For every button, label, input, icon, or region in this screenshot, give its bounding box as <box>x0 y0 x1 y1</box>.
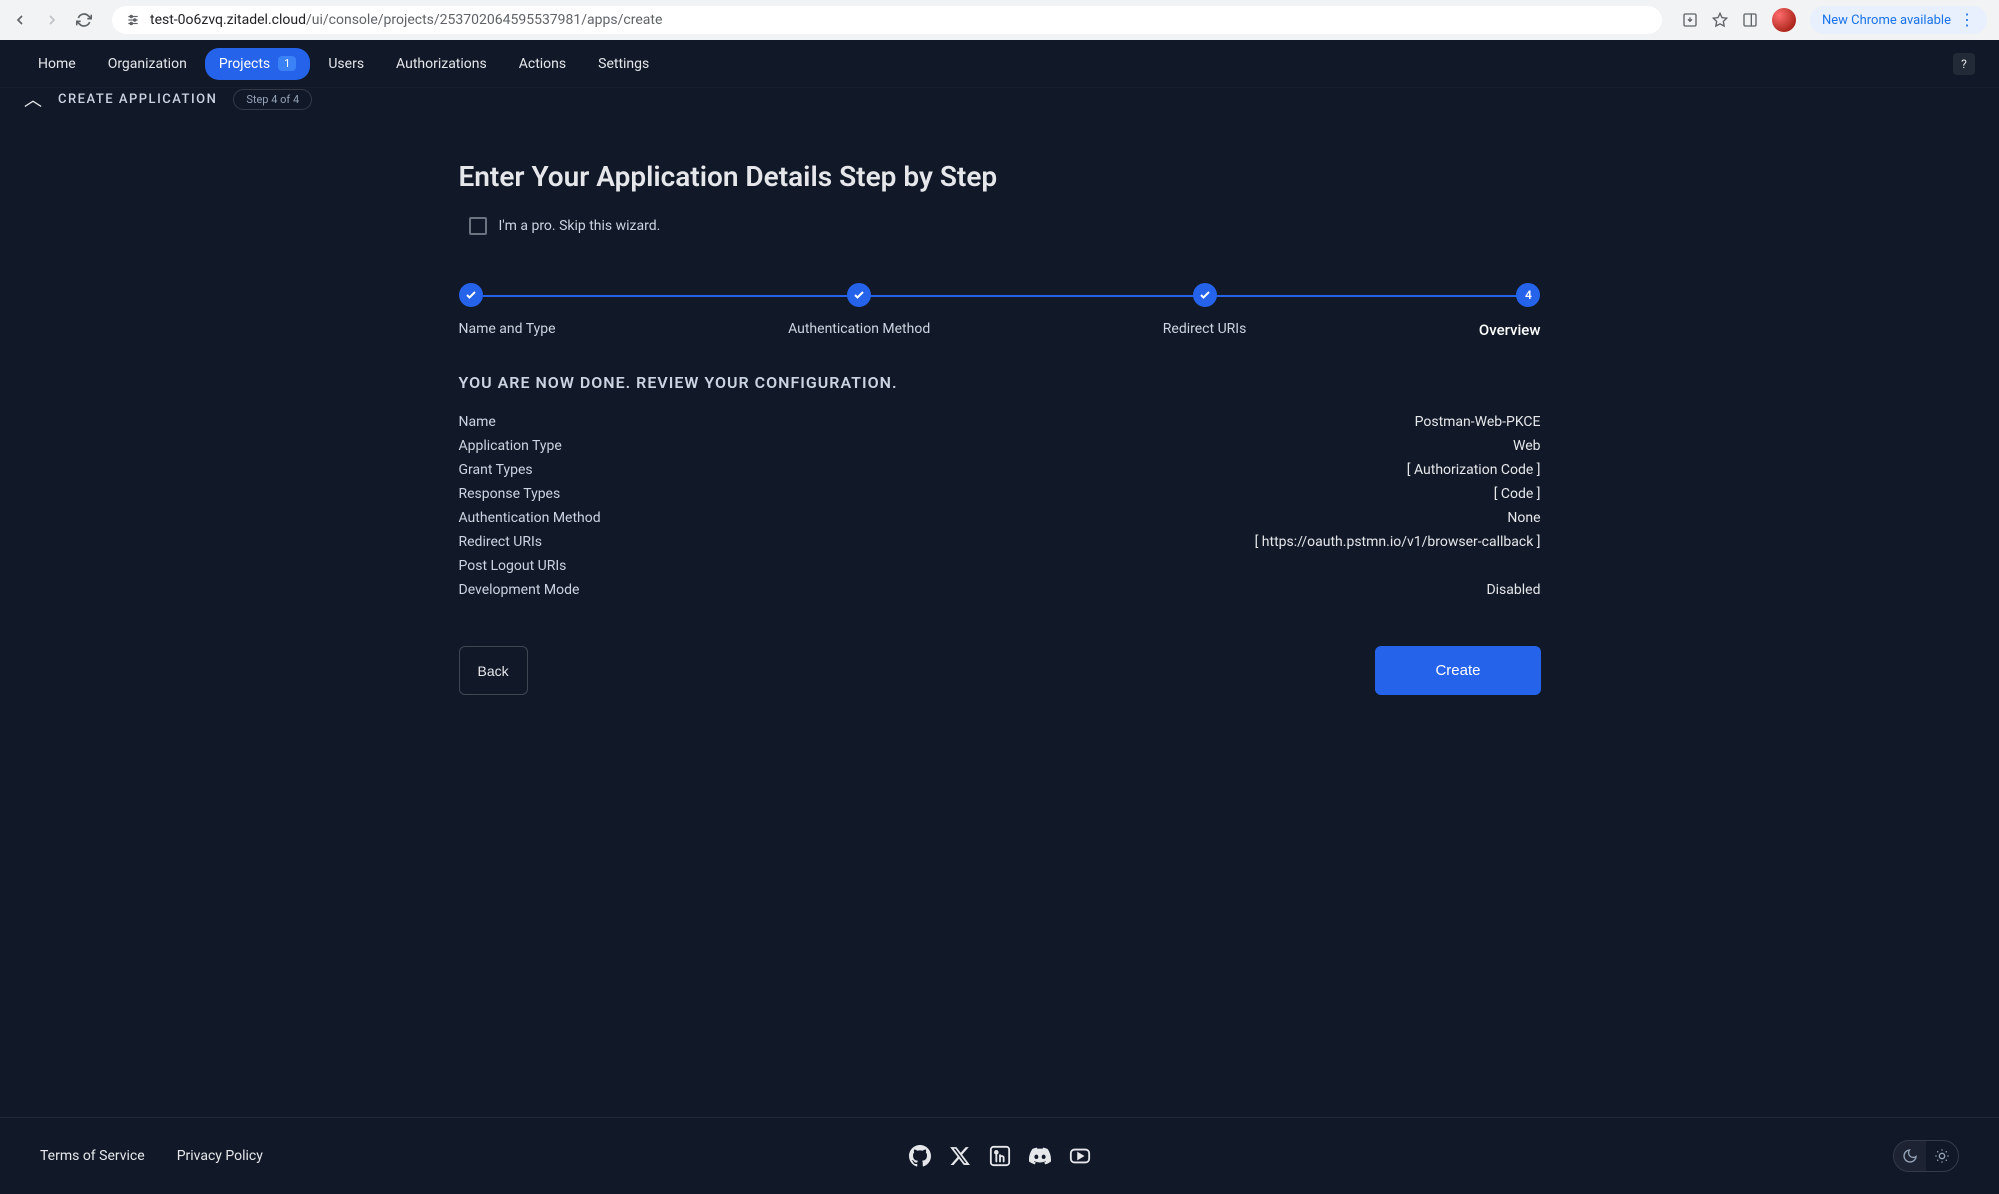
review-val: [ Code ] <box>1494 486 1541 502</box>
social-links <box>909 1145 1091 1167</box>
nav-settings[interactable]: Settings <box>584 48 663 80</box>
nav-organization[interactable]: Organization <box>94 48 201 80</box>
review-val: Disabled <box>1486 582 1540 598</box>
nav-users[interactable]: Users <box>314 48 378 80</box>
top-nav: Home Organization Projects 1 Users Autho… <box>0 40 1999 88</box>
top-nav-left: Home Organization Projects 1 Users Autho… <box>24 48 663 80</box>
review-heading: YOU ARE NOW DONE. REVIEW YOUR CONFIGURAT… <box>459 373 1541 392</box>
review-key: Post Logout URIs <box>459 558 567 574</box>
x-icon[interactable] <box>949 1145 971 1167</box>
profile-avatar[interactable] <box>1772 8 1796 32</box>
review-row-devmode: Development Mode Disabled <box>459 578 1541 602</box>
step-2[interactable]: Authentication Method <box>788 283 930 339</box>
theme-toggle <box>1893 1140 1959 1172</box>
sun-icon <box>1934 1148 1950 1164</box>
moon-icon <box>1902 1148 1918 1164</box>
help-button[interactable]: ? <box>1953 53 1975 75</box>
step-pill: Step 4 of 4 <box>233 89 312 110</box>
nav-projects-badge: 1 <box>278 56 296 71</box>
review-row-name: Name Postman-Web-PKCE <box>459 410 1541 434</box>
install-app-icon[interactable] <box>1682 12 1698 28</box>
back-icon[interactable] <box>12 12 28 28</box>
url-text: test-0o6zvq.zitadel.cloud/ui/console/pro… <box>150 12 1648 28</box>
tos-link[interactable]: Terms of Service <box>40 1148 145 1164</box>
review-row-redirecturis: Redirect URIs [ https://oauth.pstmn.io/v1… <box>459 530 1541 554</box>
review-val: [ https://oauth.pstmn.io/v1/browser-call… <box>1255 534 1541 550</box>
review-key: Grant Types <box>459 462 533 478</box>
theme-dark-button[interactable] <box>1894 1141 1926 1171</box>
url-bar[interactable]: test-0o6zvq.zitadel.cloud/ui/console/pro… <box>112 6 1662 34</box>
step-2-circle <box>847 283 871 307</box>
devtools-icon[interactable] <box>1742 12 1758 28</box>
step-3[interactable]: Redirect URIs <box>1163 283 1247 339</box>
review-row-apptype: Application Type Web <box>459 434 1541 458</box>
step-2-label: Authentication Method <box>788 321 930 337</box>
github-icon[interactable] <box>909 1145 931 1167</box>
nav-home[interactable]: Home <box>24 48 90 80</box>
chevron-up-icon[interactable]: ︿ <box>24 86 42 112</box>
review-key: Response Types <box>459 486 561 502</box>
review-row-granttypes: Grant Types [ Authorization Code ] <box>459 458 1541 482</box>
theme-light-button[interactable] <box>1926 1141 1958 1171</box>
step-3-circle <box>1193 283 1217 307</box>
star-icon[interactable] <box>1712 12 1728 28</box>
footer-left: Terms of Service Privacy Policy <box>40 1148 263 1164</box>
step-4-label: Overview <box>1479 321 1541 339</box>
step-4[interactable]: 4 Overview <box>1479 283 1541 339</box>
menu-dots-icon: ⋮ <box>1959 12 1975 28</box>
crumb-title: CREATE APPLICATION <box>58 92 217 107</box>
review-row-postlogouturis: Post Logout URIs <box>459 554 1541 578</box>
linkedin-icon[interactable] <box>989 1145 1011 1167</box>
chrome-update-button[interactable]: New Chrome available ⋮ <box>1810 6 1987 34</box>
chrome-right: New Chrome available ⋮ <box>1682 6 1987 34</box>
back-button[interactable]: Back <box>459 646 528 695</box>
forward-icon[interactable] <box>44 12 60 28</box>
step-4-circle: 4 <box>1516 283 1540 307</box>
step-1-circle <box>459 283 483 307</box>
container: Enter Your Application Details Step by S… <box>435 160 1565 695</box>
review-row-responsetypes: Response Types [ Code ] <box>459 482 1541 506</box>
site-settings-icon[interactable] <box>126 13 140 27</box>
review-val: Web <box>1513 438 1541 454</box>
review-val: None <box>1507 510 1540 526</box>
review-table: Name Postman-Web-PKCE Application Type Web… <box>459 410 1541 602</box>
check-icon <box>853 289 865 301</box>
review-key: Redirect URIs <box>459 534 543 550</box>
privacy-link[interactable]: Privacy Policy <box>177 1148 263 1164</box>
stepper: Name and Type Authentication Method Redi… <box>459 283 1541 339</box>
create-button[interactable]: Create <box>1375 646 1540 695</box>
review-val: [ Authorization Code ] <box>1407 462 1541 478</box>
review-key: Authentication Method <box>459 510 601 526</box>
nav-projects[interactable]: Projects 1 <box>205 48 311 80</box>
skip-wizard-row: I'm a pro. Skip this wizard. <box>469 217 1541 235</box>
wizard-actions: Back Create <box>459 646 1541 695</box>
step-1-label: Name and Type <box>459 321 556 337</box>
discord-icon[interactable] <box>1029 1145 1051 1167</box>
content: Enter Your Application Details Step by S… <box>0 120 1999 1117</box>
review-key: Name <box>459 414 496 430</box>
page-title: Enter Your Application Details Step by S… <box>459 160 1541 193</box>
review-key: Application Type <box>459 438 562 454</box>
app-root: Home Organization Projects 1 Users Autho… <box>0 40 1999 1194</box>
skip-wizard-label[interactable]: I'm a pro. Skip this wizard. <box>499 218 661 234</box>
steps: Name and Type Authentication Method Redi… <box>459 283 1541 339</box>
update-label: New Chrome available <box>1822 13 1951 28</box>
nav-projects-label: Projects <box>219 56 270 72</box>
youtube-icon[interactable] <box>1069 1145 1091 1167</box>
step-3-label: Redirect URIs <box>1163 321 1247 337</box>
step-1[interactable]: Name and Type <box>459 283 556 339</box>
review-key: Development Mode <box>459 582 580 598</box>
skip-wizard-checkbox[interactable] <box>469 217 487 235</box>
review-row-authmethod: Authentication Method None <box>459 506 1541 530</box>
nav-authorizations[interactable]: Authorizations <box>382 48 501 80</box>
nav-arrows <box>12 12 92 28</box>
footer: Terms of Service Privacy Policy <box>0 1117 1999 1194</box>
check-icon <box>465 289 477 301</box>
check-icon <box>1199 289 1211 301</box>
review-val: Postman-Web-PKCE <box>1415 414 1541 430</box>
crumb-bar: ︿ CREATE APPLICATION Step 4 of 4 <box>0 86 1999 120</box>
reload-icon[interactable] <box>76 12 92 28</box>
nav-actions[interactable]: Actions <box>505 48 580 80</box>
browser-chrome: test-0o6zvq.zitadel.cloud/ui/console/pro… <box>0 0 1999 40</box>
